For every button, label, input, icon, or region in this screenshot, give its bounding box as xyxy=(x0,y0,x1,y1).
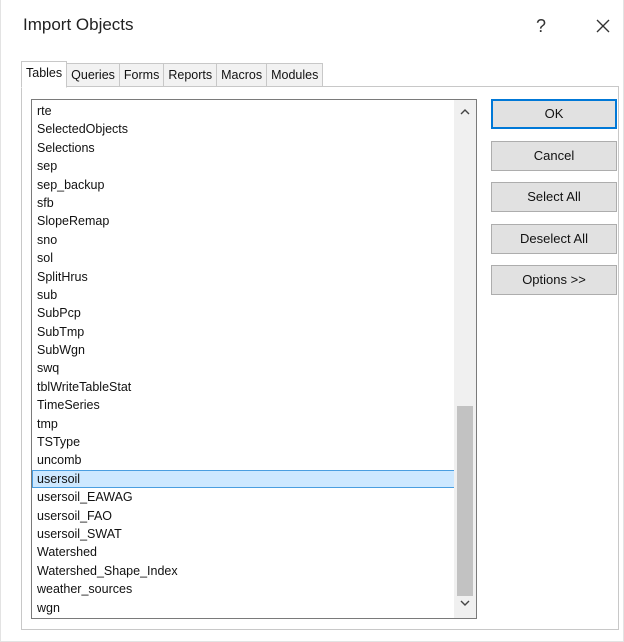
list-item[interactable]: sno xyxy=(32,231,455,249)
list-item[interactable]: sep_backup xyxy=(32,176,455,194)
list-item[interactable]: usersoil_SWAT xyxy=(32,525,455,543)
tables-listbox[interactable]: rte SelectedObjects Selections sep sep_backu… xyxy=(31,99,477,619)
list-items: rte SelectedObjects Selections sep sep_backu… xyxy=(32,102,455,617)
tab-forms[interactable]: Forms xyxy=(118,63,165,87)
tab-macros[interactable]: Macros xyxy=(216,63,268,87)
list-item[interactable]: usersoil_EAWAG xyxy=(32,488,455,506)
list-item[interactable]: SubPcp xyxy=(32,304,455,322)
list-item[interactable]: SubTmp xyxy=(32,323,455,341)
list-item[interactable]: rte xyxy=(32,102,455,120)
chevron-down-icon xyxy=(460,600,470,606)
ok-button[interactable]: OK xyxy=(491,99,617,129)
select-all-button[interactable]: Select All xyxy=(491,182,617,212)
list-item[interactable]: Selections xyxy=(32,139,455,157)
import-objects-dialog: Import Objects ? Tables Queries Forms Re… xyxy=(0,0,624,642)
list-item[interactable]: swq xyxy=(32,359,455,377)
list-item[interactable]: Watershed xyxy=(32,543,455,561)
list-item[interactable]: tmp xyxy=(32,415,455,433)
list-item[interactable]: sol xyxy=(32,249,455,267)
scroll-down-button[interactable] xyxy=(454,594,476,614)
list-item[interactable]: SlopeRemap xyxy=(32,212,455,230)
close-button[interactable] xyxy=(589,12,617,40)
tab-modules[interactable]: Modules xyxy=(266,63,324,87)
tab-reports[interactable]: Reports xyxy=(163,63,218,87)
list-item[interactable]: tblWriteTableStat xyxy=(32,378,455,396)
object-type-tabs: Tables Queries Forms Reports Macros Modu… xyxy=(21,61,324,88)
scroll-up-button[interactable] xyxy=(454,102,476,122)
list-item[interactable]: uncomb xyxy=(32,451,455,469)
tab-queries[interactable]: Queries xyxy=(66,63,120,87)
list-item[interactable]: Watershed_Shape_Index xyxy=(32,562,455,580)
list-item[interactable]: SubWgn xyxy=(32,341,455,359)
list-item[interactable]: SelectedObjects xyxy=(32,120,455,138)
options-button[interactable]: Options >> xyxy=(491,265,617,295)
list-item[interactable]: sep xyxy=(32,157,455,175)
list-item[interactable]: usersoil_FAO xyxy=(32,507,455,525)
help-button[interactable]: ? xyxy=(529,12,553,40)
list-item[interactable]: usersoil xyxy=(32,469,455,489)
chevron-up-icon xyxy=(460,109,470,115)
vertical-scrollbar[interactable] xyxy=(454,100,476,618)
deselect-all-button[interactable]: Deselect All xyxy=(491,224,617,254)
list-item[interactable]: wgn xyxy=(32,599,455,617)
dialog-title: Import Objects xyxy=(23,15,134,34)
list-item[interactable]: weather_sources xyxy=(32,580,455,598)
list-item[interactable]: TimeSeries xyxy=(32,396,455,414)
cancel-button[interactable]: Cancel xyxy=(491,141,617,171)
list-item[interactable]: sub xyxy=(32,286,455,304)
scroll-thumb[interactable] xyxy=(457,406,473,596)
list-item[interactable]: sfb xyxy=(32,194,455,212)
list-item[interactable]: TSType xyxy=(32,433,455,451)
close-icon xyxy=(596,19,610,33)
tab-tables[interactable]: Tables xyxy=(21,61,68,88)
list-item[interactable]: SplitHrus xyxy=(32,268,455,286)
title-bar: Import Objects ? xyxy=(1,0,624,56)
